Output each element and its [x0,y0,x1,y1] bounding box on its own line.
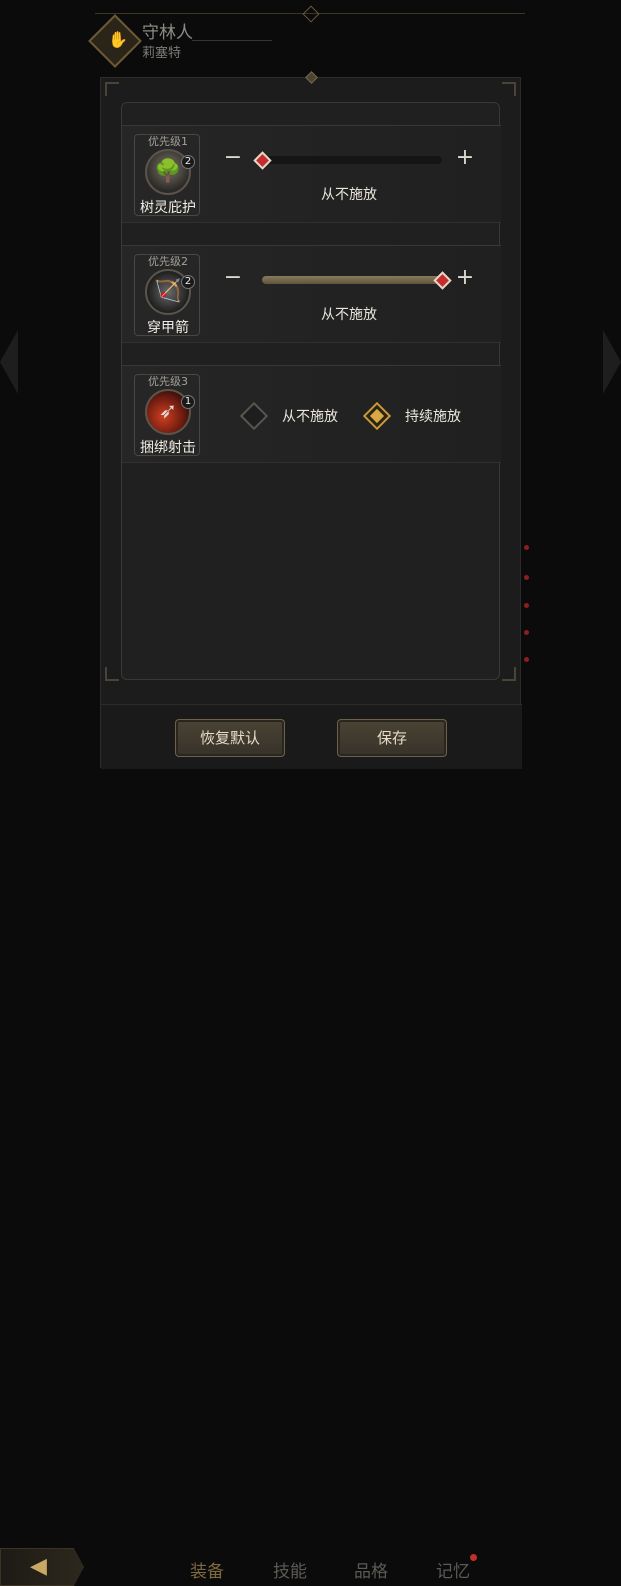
skill-name: 树灵庇护 [140,200,196,216]
decrease-button[interactable]: − [218,144,248,174]
skill-list-panel: 优先级1 🌳 2 树灵庇护 − + 从不施放 优先级2 🏹 2 穿甲箭 − + … [121,102,501,680]
cast-frequency-label: 从不施放 [321,307,377,323]
priority-label: 优先级2 [148,255,188,268]
header-divider [192,40,272,41]
decrease-button[interactable]: − [218,264,248,294]
cast-frequency-slider[interactable] [262,276,442,284]
checked-diamond-icon [362,401,392,431]
corner-ornament [502,82,516,96]
corner-ornament [502,667,516,681]
skill-row: 优先级1 🌳 2 树灵庇护 − + 从不施放 [122,125,501,223]
priority-label: 优先级1 [148,135,188,148]
save-button[interactable]: 保存 [337,719,447,757]
unchecked-diamond-icon [239,401,269,431]
next-arrow-icon[interactable] [603,330,621,394]
skill-name: 捆绑射击 [140,440,196,456]
notification-dot [524,657,529,662]
dialog-footer: 恢复默认 保存 [101,704,522,769]
option-never-cast[interactable]: 从不施放 [239,401,338,431]
skill-row: 优先级2 🏹 2 穿甲箭 − + 从不施放 [122,245,501,343]
tab-equipment[interactable]: 装备 [190,1557,224,1582]
increase-button[interactable]: + [450,264,480,294]
reset-default-button[interactable]: 恢复默认 [175,719,285,757]
skill-level-badge: 2 [181,155,195,169]
notification-dot [524,603,529,608]
back-arrow-icon: ◀ [30,1554,47,1579]
priority-label: 优先级3 [148,375,188,388]
cast-frequency-label: 从不施放 [321,187,377,203]
increase-button[interactable]: + [450,144,480,174]
skill-row: 优先级3 ➶ 1 捆绑射击 从不施放 持续施放 [122,365,501,463]
skill-level-badge: 2 [181,275,195,289]
tab-character[interactable]: 品格 [354,1557,388,1582]
skill-card[interactable]: 优先级3 ➶ 1 捆绑射击 [134,374,200,456]
slider-thumb[interactable] [253,151,272,170]
tab-skills[interactable]: 技能 [273,1557,307,1582]
corner-ornament [105,82,119,96]
dialog-top-ornament [305,71,318,84]
slider-thumb[interactable] [433,271,452,290]
skill-priority-dialog: 优先级1 🌳 2 树灵庇护 − + 从不施放 优先级2 🏹 2 穿甲箭 − + … [100,71,522,769]
corner-ornament [105,667,119,681]
notification-dot [524,545,529,550]
option-label: 持续施放 [405,409,461,425]
notification-dot [524,630,529,635]
character-name: 莉塞特 [142,46,182,61]
cast-frequency-slider[interactable] [262,156,442,164]
skill-card[interactable]: 优先级2 🏹 2 穿甲箭 [134,254,200,336]
bottom-nav: ◀ 装备 技能 品格 记忆 [0,770,621,1586]
hand-icon: ✋ [108,30,128,49]
skill-name: 穿甲箭 [147,320,189,336]
slider-fill [262,276,442,284]
skill-card[interactable]: 优先级1 🌳 2 树灵庇护 [134,134,200,216]
skill-level-badge: 1 [181,395,195,409]
background-header: ✋ 守林人 莉塞特 [0,0,621,70]
memory-notification-dot [470,1554,477,1561]
character-class-title: 守林人 [142,23,193,43]
tab-memory[interactable]: 记忆 [436,1557,470,1582]
option-always-cast[interactable]: 持续施放 [362,401,461,431]
option-label: 从不施放 [282,409,338,425]
notification-dot [524,575,529,580]
prev-arrow-icon[interactable] [0,330,18,394]
